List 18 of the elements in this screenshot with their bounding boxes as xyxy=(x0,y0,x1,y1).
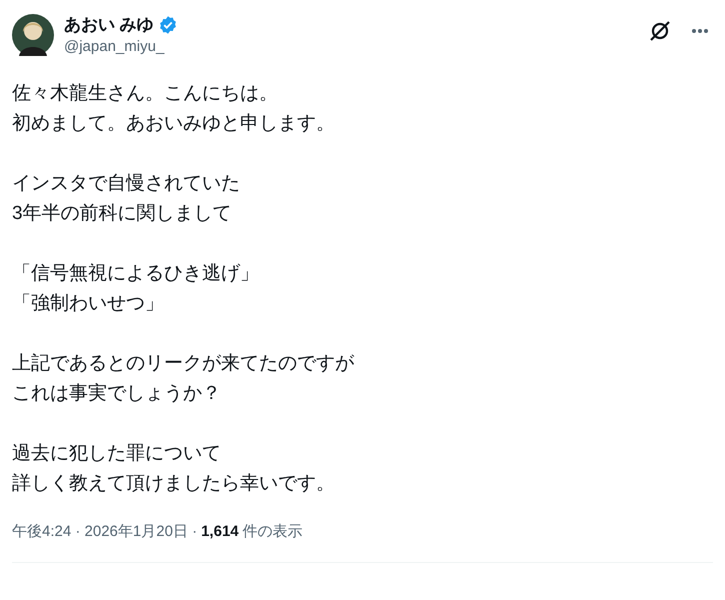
more-icon[interactable] xyxy=(691,28,709,34)
tweet-text-line: 詳しく教えて頂けましたら幸いです。 xyxy=(12,472,335,496)
tweet-text-line: これは事実でしょうか？ xyxy=(12,382,221,406)
post-timestamp[interactable]: 午後4:24 · 2026年1月20日 · xyxy=(12,521,198,544)
tweet-text-line: 「強制わいせつ」 xyxy=(12,292,164,316)
tweet-text-line: 佐々木龍生さん。こんにちは。 xyxy=(12,82,278,106)
author-name[interactable]: あおい みゆ xyxy=(64,14,154,36)
tweet-text-line: 初めまして。あおいみゆと申します。 xyxy=(12,112,335,136)
tweet-text-line: 過去に犯した罪について xyxy=(12,442,221,466)
tweet-text-line: 上記であるとのリークが来てたのですが xyxy=(12,352,354,376)
view-count: 1,614 xyxy=(201,522,239,542)
avatar[interactable] xyxy=(12,14,54,56)
tweet-text-line: 「信号無視によるひき逃げ」 xyxy=(12,262,259,286)
author-handle[interactable]: @japan_miyu_ xyxy=(64,37,178,57)
tweet-text-line: インスタで自慢されていた xyxy=(12,172,240,196)
views-label: 件の表示 xyxy=(242,522,303,542)
slashed-circle-icon[interactable] xyxy=(649,20,671,42)
tweet-text-line: 3年半の前科に関しまして xyxy=(12,202,232,226)
